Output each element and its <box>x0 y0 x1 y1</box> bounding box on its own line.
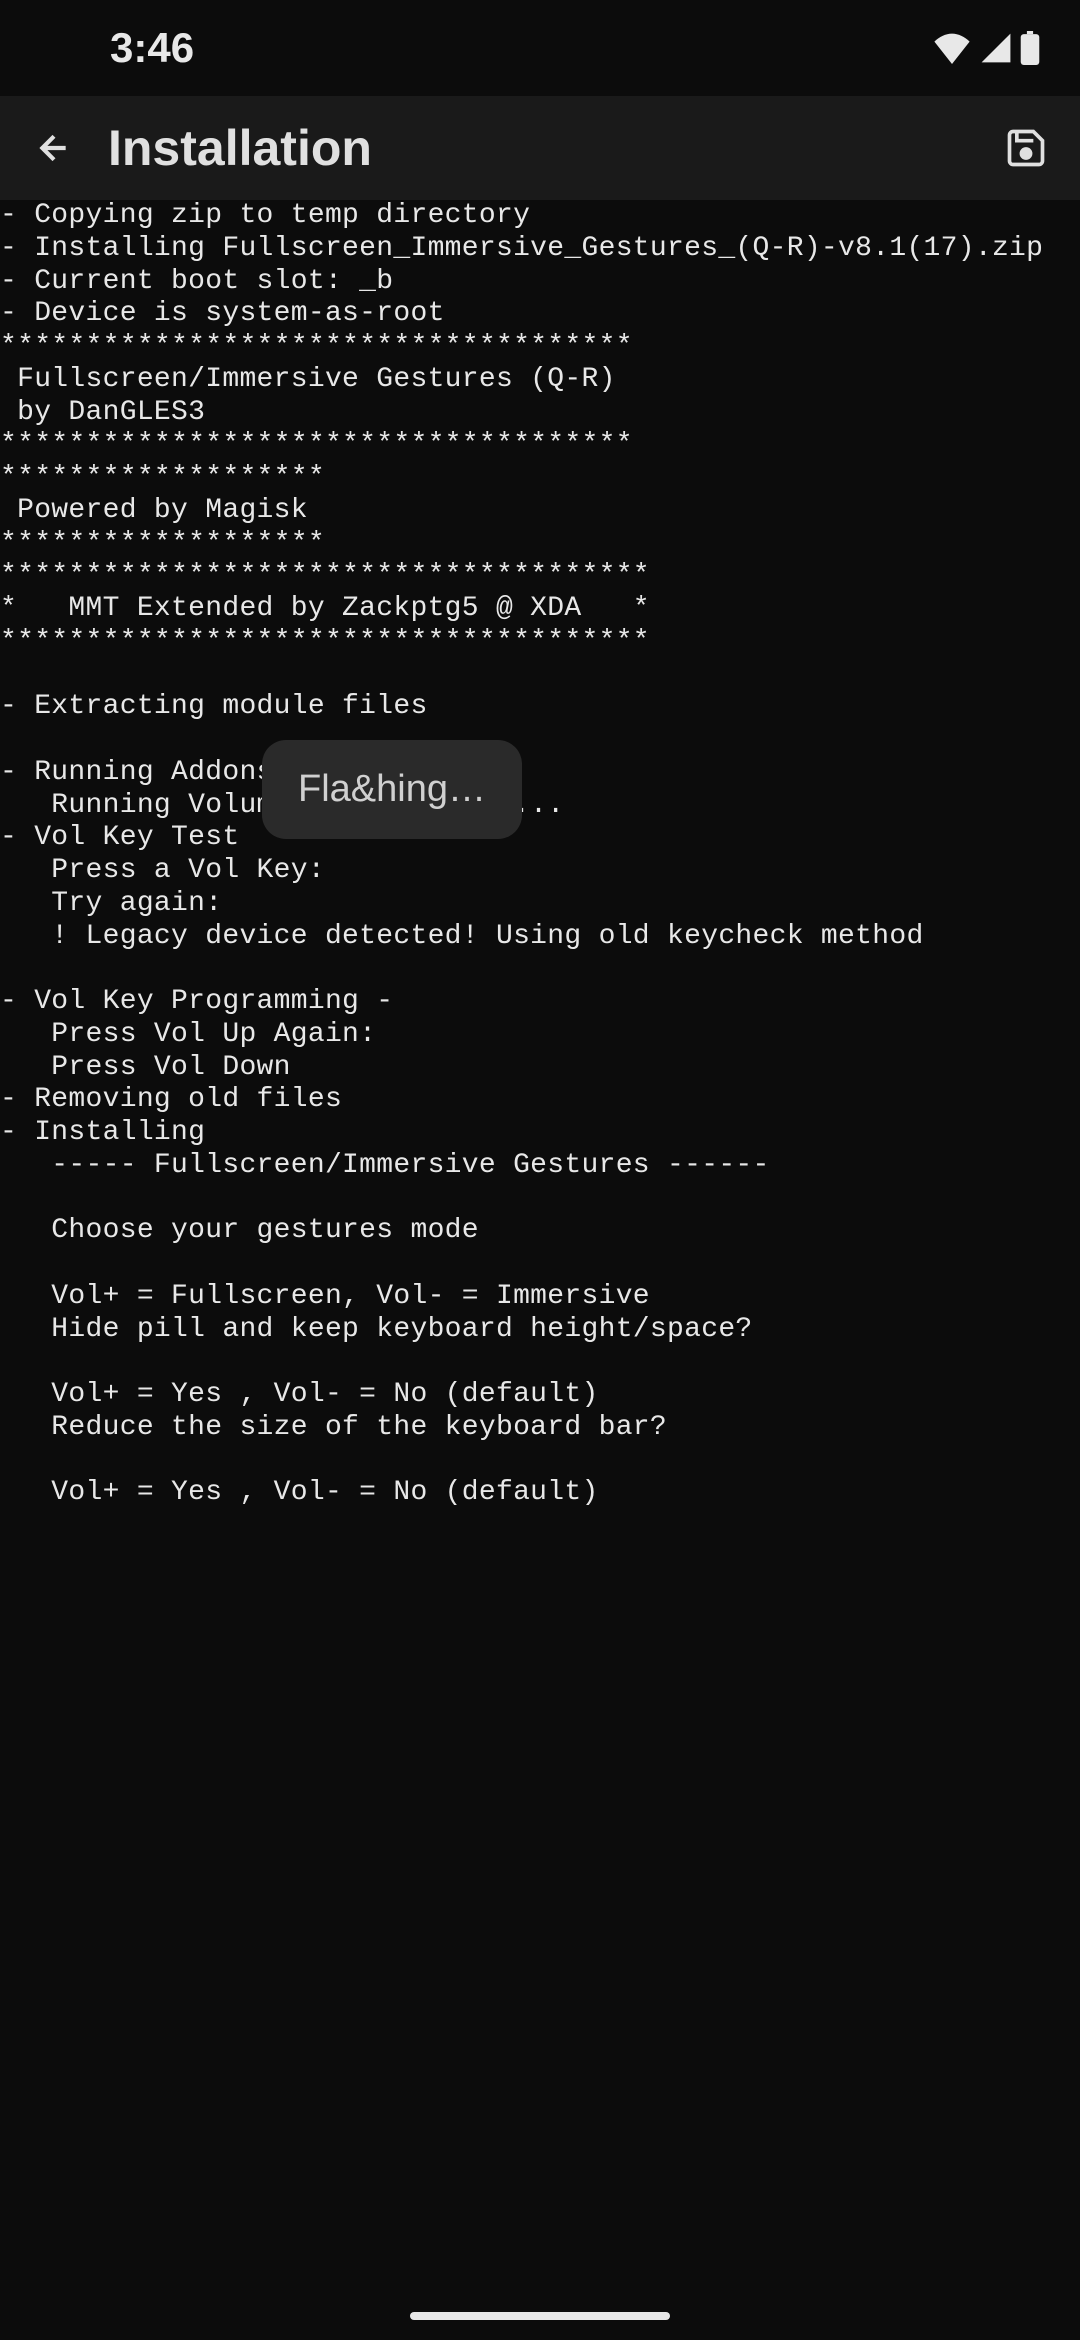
nav-bar-indicator[interactable] <box>410 2312 670 2320</box>
status-icons <box>932 31 1040 65</box>
console-output: - Copying zip to temp directory - Instal… <box>0 200 1080 1510</box>
toast-message: Fla&hing… <box>262 740 522 839</box>
back-button[interactable] <box>30 124 78 172</box>
battery-icon <box>1020 31 1040 65</box>
save-icon <box>1004 126 1048 170</box>
arrow-left-icon <box>34 128 74 168</box>
signal-icon <box>980 32 1012 64</box>
toast-text: Fla&hing… <box>298 768 486 810</box>
save-button[interactable] <box>1002 124 1050 172</box>
status-bar: 3:46 <box>0 0 1080 96</box>
page-title: Installation <box>108 119 972 177</box>
status-time: 3:46 <box>110 24 194 72</box>
wifi-icon <box>932 32 972 64</box>
app-bar: Installation <box>0 96 1080 200</box>
